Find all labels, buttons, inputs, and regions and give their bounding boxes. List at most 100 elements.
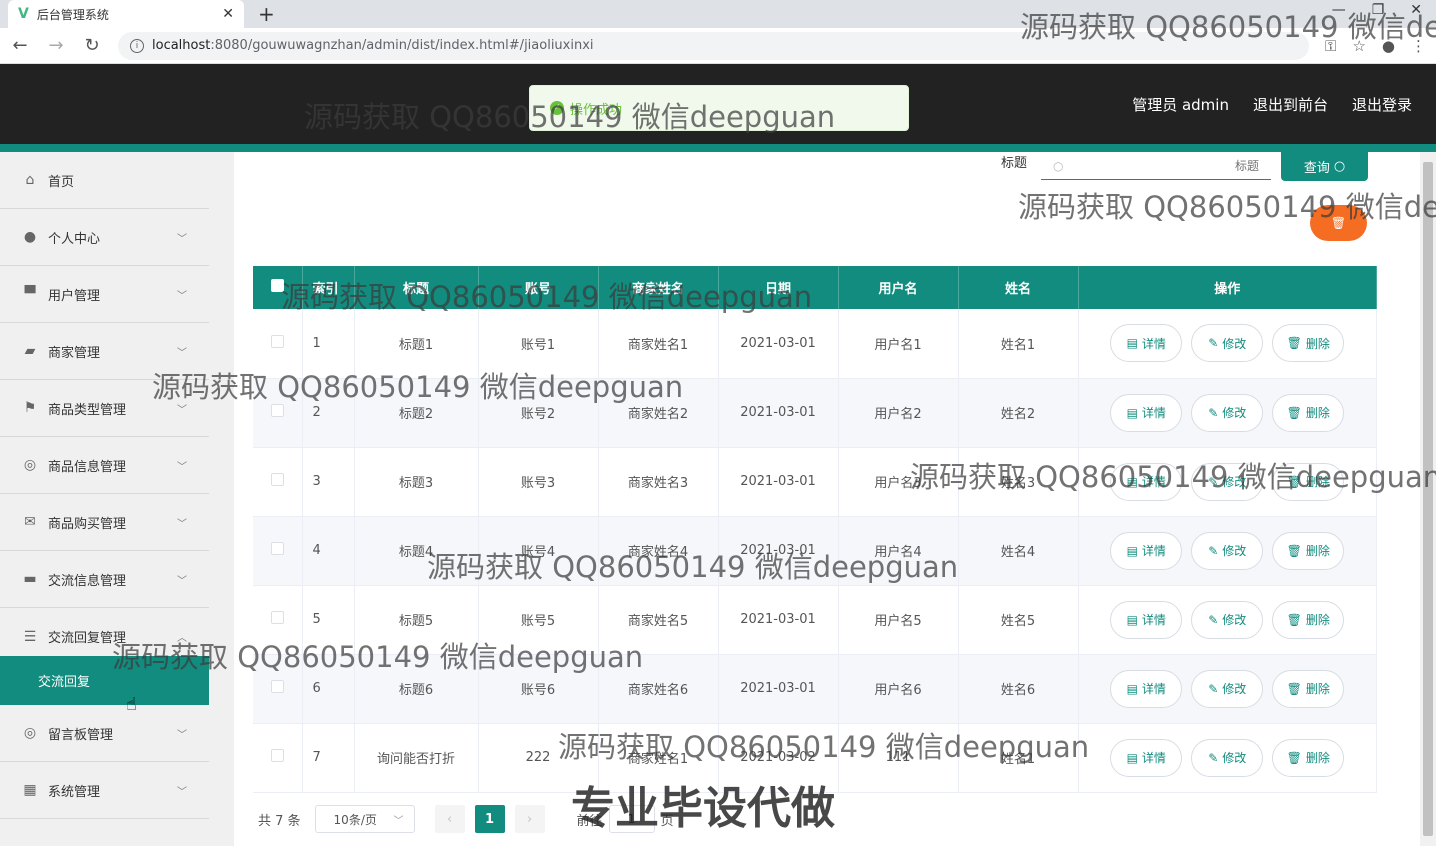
- delete-button[interactable]: 🗑 删除: [1272, 393, 1345, 432]
- sidebar-item-purchase[interactable]: ✉ 商品购买管理 ﹀: [0, 494, 209, 551]
- key-icon[interactable]: ⚿: [1325, 37, 1336, 55]
- edit-button[interactable]: ✎ 修改: [1191, 531, 1264, 570]
- scrollbar[interactable]: [1420, 152, 1436, 846]
- edit-button[interactable]: ✎ 修改: [1191, 600, 1264, 639]
- new-tab-icon[interactable]: +: [258, 2, 275, 26]
- edit-button[interactable]: ✎ 修改: [1191, 324, 1264, 363]
- goto-page-input[interactable]: [608, 805, 655, 833]
- detail-button[interactable]: ▤ 详情: [1110, 462, 1183, 501]
- forward-icon[interactable]: →: [46, 35, 66, 56]
- cell-date: 2021-03-01: [718, 516, 839, 586]
- row-checkbox[interactable]: [270, 611, 284, 624]
- scrollbar-thumb[interactable]: [1423, 162, 1433, 836]
- detail-label: 详情: [1141, 336, 1166, 351]
- edit-button[interactable]: ✎ 修改: [1191, 669, 1264, 708]
- row-checkbox[interactable]: [270, 404, 284, 417]
- more-menu-icon[interactable]: ⋮: [1411, 37, 1426, 55]
- cell-merchant-name: 商家姓名4: [598, 516, 719, 586]
- detail-label: 详情: [1141, 751, 1166, 765]
- page-size-select[interactable]: 10条/页 ﹀: [314, 805, 415, 833]
- detail-button[interactable]: ▤ 详情: [1110, 669, 1183, 708]
- detail-button[interactable]: ▤ 详情: [1110, 393, 1183, 432]
- header-links: 管理员 admin 退出到前台 退出登录: [1132, 94, 1412, 115]
- edit-button[interactable]: ✎ 修改: [1191, 738, 1264, 777]
- address-bar: ← → ↻ i localhost:8080/gouwuwagnzhan/adm…: [0, 28, 1436, 64]
- detail-button[interactable]: ▤ 详情: [1110, 738, 1183, 777]
- cell-merchant-name: 商家姓名1: [598, 723, 719, 793]
- cell-account: 账号3: [478, 447, 599, 517]
- tab-close-icon[interactable]: ✕: [222, 6, 234, 22]
- delete-button[interactable]: 🗑 删除: [1272, 324, 1345, 363]
- maximize-icon[interactable]: ❐: [1372, 2, 1385, 18]
- sidebar-item-message-board[interactable]: ◎ 留言板管理 ﹀: [0, 705, 209, 762]
- cell-date: 2021-03-01: [718, 447, 839, 517]
- delete-button[interactable]: 🗑 删除: [1272, 462, 1345, 501]
- delete-button[interactable]: 🗑 删除: [1272, 531, 1345, 570]
- sidebar-item-system[interactable]: ▦ 系统管理 ﹀: [0, 762, 209, 819]
- sliders-icon: ☰: [23, 628, 37, 645]
- cell-username: 用户名3: [838, 447, 959, 517]
- sidebar-item-label: 商品信息管理: [48, 459, 127, 475]
- sidebar-item-label: 商品购买管理: [48, 516, 127, 532]
- page-number-current[interactable]: 1: [474, 805, 505, 833]
- cell-account: 账号2: [478, 378, 599, 448]
- back-icon[interactable]: ←: [10, 35, 30, 56]
- star-icon[interactable]: ☆: [1352, 37, 1365, 55]
- row-checkbox[interactable]: [270, 334, 284, 348]
- url-field[interactable]: i localhost:8080/gouwuwagnzhan/admin/dis…: [118, 31, 1310, 60]
- detail-label: 详情: [1141, 475, 1166, 489]
- table-row: 5 标题5 账号5 商家姓名5 2021-03-01 用户名5 姓名5 ▤ 详情 ✎ 修改 🗑 删…: [253, 585, 1377, 655]
- delete-button[interactable]: 🗑 删除: [1272, 600, 1345, 639]
- pagination: 共 7 条 10条/页 ﹀ ‹ 1 › 前往 页: [258, 805, 674, 833]
- query-button[interactable]: 查询 ○: [1281, 152, 1368, 181]
- window-close-icon[interactable]: ✕: [1410, 2, 1422, 18]
- row-check-cell: [253, 516, 303, 586]
- edit-button[interactable]: ✎ 修改: [1191, 462, 1264, 501]
- cell-name: 姓名1: [958, 309, 1079, 379]
- cell-merchant-name: 商家姓名5: [598, 585, 719, 655]
- sidebar-item-label: 首页: [48, 174, 75, 190]
- cell-name: 姓名2: [958, 378, 1079, 448]
- minimize-icon[interactable]: —: [1332, 2, 1346, 18]
- prev-page-button[interactable]: ‹: [434, 805, 465, 833]
- row-checkbox[interactable]: [270, 542, 284, 555]
- batch-delete-button[interactable]: 🗑: [1310, 205, 1367, 241]
- next-page-button[interactable]: ›: [514, 805, 545, 833]
- logout-link[interactable]: 退出登录: [1352, 94, 1412, 115]
- sidebar-item-product-info[interactable]: ◎ 商品信息管理 ﹀: [0, 437, 209, 494]
- row-checkbox[interactable]: [270, 680, 284, 693]
- sidebar-item-user-manage[interactable]: ▀ 用户管理 ﹀: [0, 266, 209, 323]
- select-all-checkbox[interactable]: [270, 279, 284, 292]
- reload-icon[interactable]: ↻: [82, 35, 102, 56]
- sidebar-item-personal-center[interactable]: ● 个人中心 ﹀: [0, 209, 209, 266]
- cell-index: 7: [302, 723, 355, 793]
- header-date: 日期: [718, 266, 839, 309]
- delete-button[interactable]: 🗑 删除: [1272, 669, 1345, 708]
- detail-button[interactable]: ▤ 详情: [1110, 324, 1183, 363]
- row-checkbox[interactable]: [270, 749, 284, 762]
- edit-button[interactable]: ✎ 修改: [1191, 393, 1264, 432]
- delete-button[interactable]: 🗑 删除: [1272, 738, 1345, 777]
- header-accent-line: [0, 144, 1436, 152]
- submenu-exchange-reply[interactable]: 交流回复: [0, 656, 209, 705]
- detail-button[interactable]: ▤ 详情: [1110, 600, 1183, 639]
- sidebar-item-merchant-manage[interactable]: ▰ 商家管理 ﹀: [0, 323, 209, 380]
- detail-button[interactable]: ▤ 详情: [1110, 531, 1183, 570]
- sidebar-item-label: 留言板管理: [48, 727, 114, 743]
- cell-actions: ▤ 详情 ✎ 修改 🗑 删除: [1078, 516, 1377, 586]
- table-row: 4 标题4 账号4 商家姓名4 2021-03-01 用户名4 姓名4 ▤ 详情 ✎ 修改 🗑 删…: [253, 516, 1377, 586]
- sidebar-item-home[interactable]: ⌂ 首页: [0, 152, 209, 209]
- row-checkbox[interactable]: [270, 473, 284, 486]
- browser-tab[interactable]: V 后台管理系统 ✕: [8, 0, 244, 28]
- cell-date: 2021-03-01: [718, 654, 839, 724]
- back-to-front-link[interactable]: 退出到前台: [1253, 94, 1328, 115]
- sidebar-item-exchange-info[interactable]: ▬ 交流信息管理 ﹀: [0, 551, 209, 608]
- header-actions: 操作: [1078, 266, 1377, 309]
- profile-icon[interactable]: ●: [1382, 37, 1395, 55]
- chevron-down-icon: ﹀: [177, 518, 187, 530]
- search-input[interactable]: [1073, 158, 1259, 173]
- cell-account: 账号6: [478, 654, 599, 724]
- sidebar-item-product-type[interactable]: ⚑ 商品类型管理 ﹀: [0, 380, 209, 437]
- site-info-icon[interactable]: i: [130, 38, 144, 53]
- cell-account: 账号1: [478, 309, 599, 379]
